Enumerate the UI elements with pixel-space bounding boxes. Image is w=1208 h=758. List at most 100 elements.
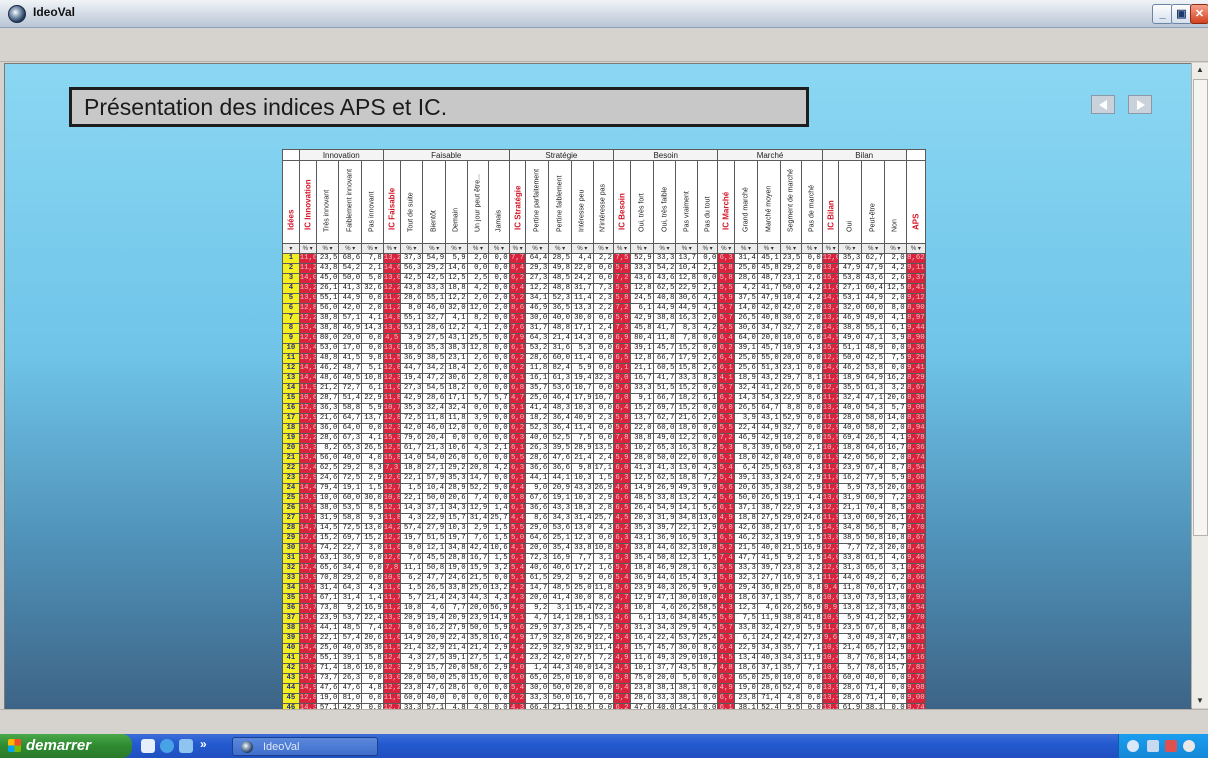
table-cell: 50,8 bbox=[861, 533, 886, 544]
table-cell: 4,1 bbox=[884, 433, 907, 444]
ic-cell: 13,1 bbox=[298, 583, 317, 594]
table-cell: 26,9 bbox=[675, 583, 698, 594]
column-filter-dropdown[interactable]: % ▾ bbox=[696, 243, 719, 254]
column-filter-dropdown[interactable]: % ▾ bbox=[382, 243, 401, 254]
table-cell: 65,3 bbox=[652, 443, 677, 454]
column-filter-dropdown[interactable]: % ▾ bbox=[445, 243, 468, 254]
table-cell: 7,7 bbox=[445, 603, 468, 614]
table-cell: 0,0 bbox=[361, 563, 384, 574]
table-cell: 0,0 bbox=[801, 683, 823, 694]
table-cell: 0,0 bbox=[488, 453, 510, 464]
table-row: 16 12,8 36,3 58,8 5,9 10,7 35,3 32,4 32,4 0,0 0,0 5… bbox=[282, 403, 926, 414]
desktop-icon[interactable] bbox=[141, 739, 155, 753]
column-filter-dropdown[interactable]: % ▾ bbox=[399, 243, 424, 254]
table-cell: 2,9 bbox=[399, 663, 424, 674]
column-filter-dropdown[interactable]: % ▾ bbox=[779, 243, 803, 254]
internet-explorer-icon[interactable] bbox=[160, 739, 174, 753]
quicklaunch-chevron[interactable]: » bbox=[200, 737, 207, 751]
start-button[interactable]: demarrer bbox=[0, 734, 132, 758]
maximize-button[interactable]: ▣ bbox=[1171, 4, 1192, 24]
table-cell: 13,0 bbox=[884, 593, 907, 604]
table-cell: 5,0 bbox=[361, 273, 384, 284]
scroll-down-icon[interactable]: ▼ bbox=[1192, 694, 1208, 708]
ic-cell: 5,3 bbox=[717, 443, 736, 454]
table-cell: 10,4 bbox=[779, 293, 803, 304]
aps-cell: 8,24 bbox=[905, 623, 926, 634]
column-filter-dropdown[interactable]: % ▾ bbox=[315, 243, 340, 254]
table-cell: 61,3 bbox=[548, 373, 573, 384]
column-filter-dropdown[interactable]: ▾ bbox=[282, 243, 300, 254]
ic-cell: 11,8 bbox=[821, 623, 840, 634]
table-cell: 13,0 bbox=[361, 523, 384, 534]
column-filter-dropdown[interactable]: % ▾ bbox=[525, 243, 550, 254]
aps-cell: 7,83 bbox=[905, 663, 926, 674]
column-filter-dropdown[interactable]: % ▾ bbox=[652, 243, 677, 254]
close-button[interactable]: ✕ bbox=[1190, 4, 1208, 24]
table-cell: 6,0 bbox=[466, 453, 490, 464]
column-filter-dropdown[interactable]: % ▾ bbox=[338, 243, 363, 254]
ic-cell: 11,5 bbox=[382, 643, 401, 654]
ic-cell: 4,8 bbox=[717, 663, 736, 674]
column-filter-dropdown[interactable]: % ▾ bbox=[422, 243, 447, 254]
column-filter-dropdown[interactable]: % ▾ bbox=[466, 243, 490, 254]
minimize-button[interactable]: _ bbox=[1152, 4, 1173, 24]
column-filter-dropdown[interactable]: % ▾ bbox=[756, 243, 781, 254]
tray-arrow-icon[interactable] bbox=[1127, 740, 1139, 752]
ic-cell: 6,5 bbox=[613, 353, 631, 364]
ic-cell: 5,8 bbox=[717, 263, 736, 274]
table-cell: 41,4 bbox=[525, 403, 550, 414]
column-filter-dropdown[interactable]: % ▾ bbox=[821, 243, 840, 254]
column-filter-dropdown[interactable]: % ▾ bbox=[905, 243, 926, 254]
column-filter-dropdown[interactable]: % ▾ bbox=[675, 243, 698, 254]
column-filter-dropdown[interactable]: % ▾ bbox=[629, 243, 654, 254]
table-cell: 60,0 bbox=[399, 693, 424, 704]
column-filter-dropdown[interactable]: % ▾ bbox=[838, 243, 863, 254]
column-filter-dropdown[interactable]: % ▾ bbox=[884, 243, 907, 254]
aps-cell: 8,71 bbox=[905, 643, 926, 654]
vertical-scrollbar[interactable]: ▲ ▼ bbox=[1191, 63, 1208, 708]
ic-cell: 14,0 bbox=[821, 553, 840, 564]
table-cell: 26,5 bbox=[779, 383, 803, 394]
next-button[interactable] bbox=[1128, 95, 1152, 114]
column-filter-dropdown[interactable]: % ▾ bbox=[861, 243, 886, 254]
column-filter-dropdown[interactable]: % ▾ bbox=[488, 243, 510, 254]
table-cell: 31,7 bbox=[571, 283, 594, 294]
column-filter-dropdown[interactable]: % ▾ bbox=[613, 243, 631, 254]
media-icon[interactable] bbox=[179, 739, 193, 753]
network-icon[interactable] bbox=[1147, 740, 1159, 752]
table-cell: 39,7 bbox=[652, 523, 677, 534]
table-cell: 9,1 bbox=[629, 393, 654, 404]
table-cell: 0,0 bbox=[488, 573, 510, 584]
ic-cell: 5,6 bbox=[717, 493, 736, 504]
column-filter-dropdown[interactable]: % ▾ bbox=[571, 243, 594, 254]
table-cell: 3,9 bbox=[466, 413, 490, 424]
table-cell: 41,2 bbox=[756, 383, 781, 394]
volume-icon[interactable] bbox=[1183, 740, 1195, 752]
column-filter-dropdown[interactable]: % ▾ bbox=[717, 243, 736, 254]
ic-cell: 5,1 bbox=[508, 613, 527, 624]
table-cell: 32,4 bbox=[734, 383, 758, 394]
column-filter-dropdown[interactable]: % ▾ bbox=[508, 243, 527, 254]
column-filter-dropdown[interactable]: % ▾ bbox=[592, 243, 615, 254]
table-cell: 48,5 bbox=[548, 583, 573, 594]
column-filter-dropdown[interactable]: % ▾ bbox=[734, 243, 758, 254]
column-filter-dropdown[interactable]: % ▾ bbox=[801, 243, 823, 254]
scroll-up-icon[interactable]: ▲ bbox=[1192, 63, 1208, 77]
ic-cell: 14,0 bbox=[298, 273, 317, 284]
task-ideoval[interactable]: IdeoVal bbox=[232, 737, 378, 756]
ic-cell: 5,1 bbox=[508, 403, 527, 414]
column-filter-dropdown[interactable]: % ▾ bbox=[361, 243, 384, 254]
security-icon[interactable] bbox=[1165, 740, 1177, 752]
aps-cell: 8,16 bbox=[905, 653, 926, 664]
table-cell: 55,1 bbox=[399, 313, 424, 324]
previous-button[interactable] bbox=[1091, 95, 1115, 114]
column-filter-dropdown[interactable]: % ▾ bbox=[548, 243, 573, 254]
row-index: 23 bbox=[282, 473, 300, 484]
table-row: 39 13,8 22,1 57,4 20,6 11,6 14,9 20,9 22,4 35,8 16… bbox=[282, 633, 926, 644]
column-filter-dropdown[interactable]: % ▾ bbox=[298, 243, 317, 254]
table-cell: 0,0 bbox=[592, 683, 615, 694]
table-cell: 14,1 bbox=[548, 613, 573, 624]
table-cell: 72,3 bbox=[861, 543, 886, 554]
table-cell: 27,5 bbox=[422, 653, 447, 664]
scroll-thumb[interactable] bbox=[1193, 79, 1208, 536]
